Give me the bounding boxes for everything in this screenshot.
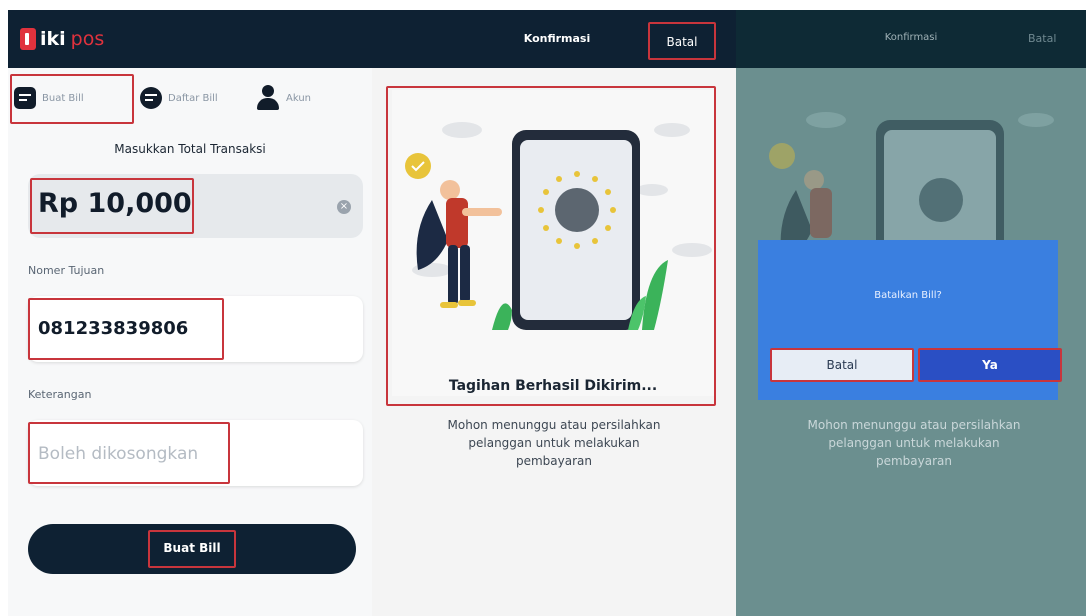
cancel-dialog-screen: Konfirmasi Batal Batalkan Bill? Batal Ya… <box>736 10 1086 616</box>
clear-icon[interactable]: × <box>337 200 351 214</box>
screenshot-stage: iki pos Buat Bill Daftar Bill Akun Masuk… <box>0 0 1086 616</box>
waiting-note: Mohon menunggu atau persilahkan pelangga… <box>807 418 1021 468</box>
confirmation-screen: Konfirmasi Batal Tagihan Berhasil Dikiri… <box>372 10 736 616</box>
note-label: Keterangan <box>28 388 92 401</box>
phone-value: 081233839806 <box>38 318 189 339</box>
app-header: iki pos <box>8 10 372 68</box>
iki-pos-logo: iki pos <box>20 28 104 50</box>
create-bill-body: Buat Bill Daftar Bill Akun Masukkan Tota… <box>8 68 372 616</box>
receipt-icon <box>14 87 36 109</box>
batal-header-button: Batal <box>1028 32 1057 45</box>
bottom-tabs: Buat Bill Daftar Bill Akun <box>8 68 372 128</box>
logo-text-pos: pos <box>70 28 105 50</box>
phone-label: Nomer Tujuan <box>28 264 105 277</box>
tab-label: Daftar Bill <box>168 92 218 104</box>
amount-input[interactable]: Rp 10,000 × <box>28 174 363 238</box>
buat-bill-label: Buat Bill <box>163 541 221 555</box>
confirmation-header: Konfirmasi Batal <box>372 10 736 68</box>
cancel-dialog: Batalkan Bill? Batal Ya <box>758 240 1062 400</box>
buat-bill-button[interactable]: Buat Bill <box>28 524 356 574</box>
tab-label: Akun <box>286 92 311 104</box>
success-illustration: Tagihan Berhasil Dikirim... <box>392 90 714 396</box>
success-message: Tagihan Berhasil Dikirim... <box>448 378 658 394</box>
phone-illustration-icon <box>405 122 712 330</box>
tab-buat-bill[interactable]: Buat Bill <box>14 80 84 116</box>
note-field[interactable]: Boleh dikosongkan <box>28 420 363 486</box>
tab-akun[interactable]: Akun <box>256 80 311 116</box>
page-title: Konfirmasi <box>523 32 591 45</box>
amount-value: Rp 10,000 <box>38 188 192 219</box>
waiting-note: Mohon menunggu atau persilahkan pelangga… <box>447 418 661 468</box>
dialog-title: Batalkan Bill? <box>874 290 942 301</box>
tab-label: Buat Bill <box>42 92 84 104</box>
note-placeholder: Boleh dikosongkan <box>38 444 199 464</box>
amount-prompt: Masukkan Total Transaksi <box>114 142 266 156</box>
logo-mark-icon <box>20 28 36 50</box>
list-icon <box>140 87 162 109</box>
phone-field[interactable]: 081233839806 <box>28 296 363 362</box>
tab-daftar-bill[interactable]: Daftar Bill <box>140 80 218 116</box>
dimmed-illustration-icon <box>769 112 1054 250</box>
user-icon <box>256 85 280 111</box>
page-title: Konfirmasi <box>884 32 938 43</box>
batal-button[interactable]: Batal <box>650 26 714 58</box>
create-bill-screen: iki pos Buat Bill Daftar Bill Akun Masuk… <box>8 10 372 616</box>
dimmed-header: Konfirmasi Batal <box>736 10 1086 68</box>
dialog-ya-button[interactable]: Ya <box>920 350 1060 380</box>
dialog-batal-button[interactable]: Batal <box>772 350 912 380</box>
logo-text-iki: iki <box>40 28 66 50</box>
